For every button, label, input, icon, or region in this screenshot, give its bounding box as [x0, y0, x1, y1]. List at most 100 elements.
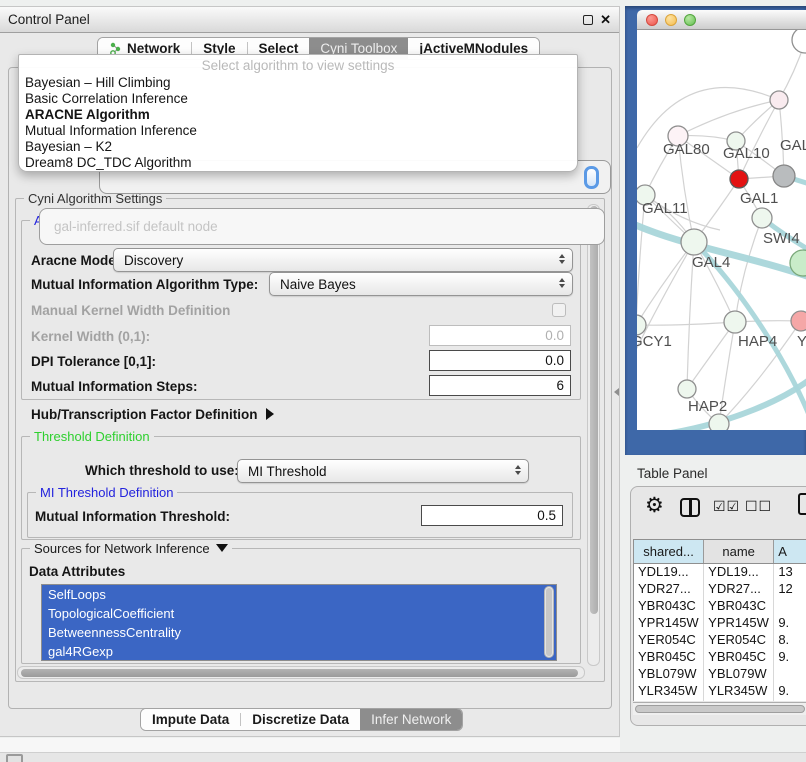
select-all-checkboxes-icon[interactable]: ☑☑ [713, 498, 740, 515]
manual-kernel-label: Manual Kernel Width Definition [31, 303, 230, 318]
deselect-all-checkboxes-icon[interactable]: ☐☐ [745, 498, 772, 515]
attribute-item[interactable]: BetweennessCentrality [42, 623, 556, 642]
network-edge-thick[interactable] [665, 370, 806, 430]
sources-legend[interactable]: Sources for Network Inference [30, 541, 232, 556]
network-edge[interactable] [687, 322, 735, 389]
mi-threshold-legend: MI Threshold Definition [36, 485, 177, 500]
settings-horizontal-scrollbar[interactable] [17, 666, 585, 679]
mi-threshold-label: Mutual Information Threshold: [35, 509, 230, 524]
node-gcy1-label: GCY1 [637, 333, 672, 350]
table-cell: YER054C [634, 632, 704, 649]
columns-icon[interactable] [680, 498, 700, 517]
table-cell: YIL052C [634, 700, 704, 701]
gear-icon[interactable]: ⚙ [645, 495, 664, 517]
tab-impute-data[interactable]: Impute Data [141, 709, 240, 730]
algorithm-option[interactable]: Mutual Information Inference [19, 123, 577, 139]
attribute-item[interactable]: TopologicalCoefficient [42, 604, 556, 623]
panel-splitter-handle[interactable] [614, 388, 619, 396]
node-gal10-label: GAL10 [723, 145, 770, 162]
network-selection-value: gal-inferred.sif default node [40, 219, 218, 234]
background-gap [0, 738, 620, 753]
node-gray[interactable] [773, 165, 795, 187]
settings-vertical-scrollbar[interactable] [587, 204, 600, 666]
network-canvas[interactable]: GALGAL80GAL10GAL1GAL11SWI4GAL4GCY1HAP4YH… [637, 30, 806, 430]
document-icon[interactable] [798, 493, 806, 515]
attribute-item[interactable]: gal4RGexp [42, 642, 556, 661]
node-hap2[interactable] [678, 380, 696, 398]
data-attributes-list[interactable]: SelfLoopsTopologicalCoefficientBetweenne… [41, 584, 557, 661]
network-edge[interactable] [637, 322, 735, 325]
table-row[interactable]: YDL19...YDL19...13 [634, 564, 806, 581]
node-gal1[interactable] [730, 170, 748, 188]
combobox-arrows-icon [515, 465, 521, 475]
docked-panel-icon[interactable] [6, 754, 23, 762]
node-gal-cut-label: GAL [780, 137, 806, 154]
which-threshold-value: MI Threshold [238, 464, 327, 479]
dpi-tolerance-field[interactable]: 0.0 [429, 350, 571, 371]
bottom-strip [0, 752, 806, 762]
minimize-window-icon[interactable] [665, 14, 677, 26]
table-horizontal-scrollbar[interactable] [633, 702, 806, 715]
table-cell: YPR145W [704, 615, 774, 632]
table-row[interactable]: YLR345WYLR345W9. [634, 683, 806, 700]
table-cell: 8. [774, 632, 806, 649]
network-window-titlebar[interactable] [637, 10, 806, 30]
close-icon[interactable]: ✕ [600, 15, 611, 25]
float-panel-icon[interactable] [583, 15, 593, 25]
node-top[interactable] [792, 30, 806, 53]
tab-discretize-data[interactable]: Discretize Data [241, 709, 360, 730]
kernel-width-field[interactable]: 0.0 [429, 325, 571, 346]
algorithm-option[interactable]: Dream8 DC_TDC Algorithm [19, 155, 577, 171]
node-bottom[interactable] [709, 414, 729, 430]
node-gal4[interactable] [681, 229, 707, 255]
column-header-1[interactable]: name [704, 540, 774, 563]
table-row[interactable]: YPR145WYPR145W9. [634, 615, 806, 632]
tab-infer-network[interactable]: Infer Network [360, 709, 462, 730]
which-threshold-combobox[interactable]: MI Threshold [237, 459, 529, 483]
attributes-list-scrollbar[interactable] [544, 586, 554, 658]
mi-type-value: Naive Bayes [270, 277, 356, 292]
column-header-2[interactable]: A [774, 540, 806, 563]
table-cell: YBL079W [704, 666, 774, 683]
hub-definition-toggle[interactable]: Hub/Transcription Factor Definition [31, 407, 274, 422]
attribute-item[interactable]: SelfLoops [42, 585, 556, 604]
algorithm-option[interactable]: Basic Correlation Inference [19, 91, 577, 107]
table-row[interactable]: YIL052CYIL052C9 [634, 700, 806, 701]
combobox-focus-stepper[interactable] [584, 166, 599, 189]
network-edge[interactable] [637, 88, 779, 149]
table-cell [774, 598, 806, 615]
aracne-mode-combobox[interactable]: Discovery [113, 248, 573, 272]
table-cell: YBR045C [634, 649, 704, 666]
network-selection-combobox[interactable]: gal-inferred.sif default node [39, 208, 605, 245]
mi-steps-field[interactable]: 6 [429, 375, 571, 396]
column-header-0[interactable]: shared... [634, 540, 704, 563]
table-row[interactable]: YER054CYER054C8. [634, 632, 806, 649]
node-gal-cut[interactable] [770, 91, 788, 109]
node-hap4[interactable] [724, 311, 746, 333]
table-row[interactable]: YBL079WYBL079W [634, 666, 806, 683]
mi-threshold-field[interactable]: 0.5 [421, 505, 563, 526]
table-cell: 13 [774, 564, 806, 581]
network-edge[interactable] [678, 100, 779, 136]
table-cell: 9 [774, 700, 806, 701]
table-cell: YER054C [704, 632, 774, 649]
close-window-icon[interactable] [646, 14, 658, 26]
kernel-width-label: Kernel Width (0,1): [31, 329, 150, 344]
manual-kernel-checkbox[interactable] [552, 303, 566, 317]
dropdown-prompt: Select algorithm to view settings [19, 58, 577, 75]
table-row[interactable]: YDR27...YDR27...12 [634, 581, 806, 598]
mi-type-combobox[interactable]: Naive Bayes [269, 272, 573, 296]
zoom-window-icon[interactable] [684, 14, 696, 26]
node-gal11-label: GAL11 [642, 200, 688, 217]
node-salmon[interactable] [791, 311, 806, 331]
algorithm-option[interactable]: Bayesian – Hill Climbing [19, 75, 577, 91]
algorithm-option[interactable]: Bayesian – K2 [19, 139, 577, 155]
window-title: Control Panel [8, 12, 90, 27]
algorithm-option[interactable]: ARACNE Algorithm [19, 107, 577, 123]
network-edge[interactable] [637, 242, 694, 325]
table-cell: YDR27... [704, 581, 774, 598]
table-row[interactable]: YBR045CYBR045C9. [634, 649, 806, 666]
node-swi4[interactable] [752, 208, 772, 228]
table-row[interactable]: YBR043CYBR043C [634, 598, 806, 615]
node-gal1-label: GAL1 [740, 190, 778, 207]
